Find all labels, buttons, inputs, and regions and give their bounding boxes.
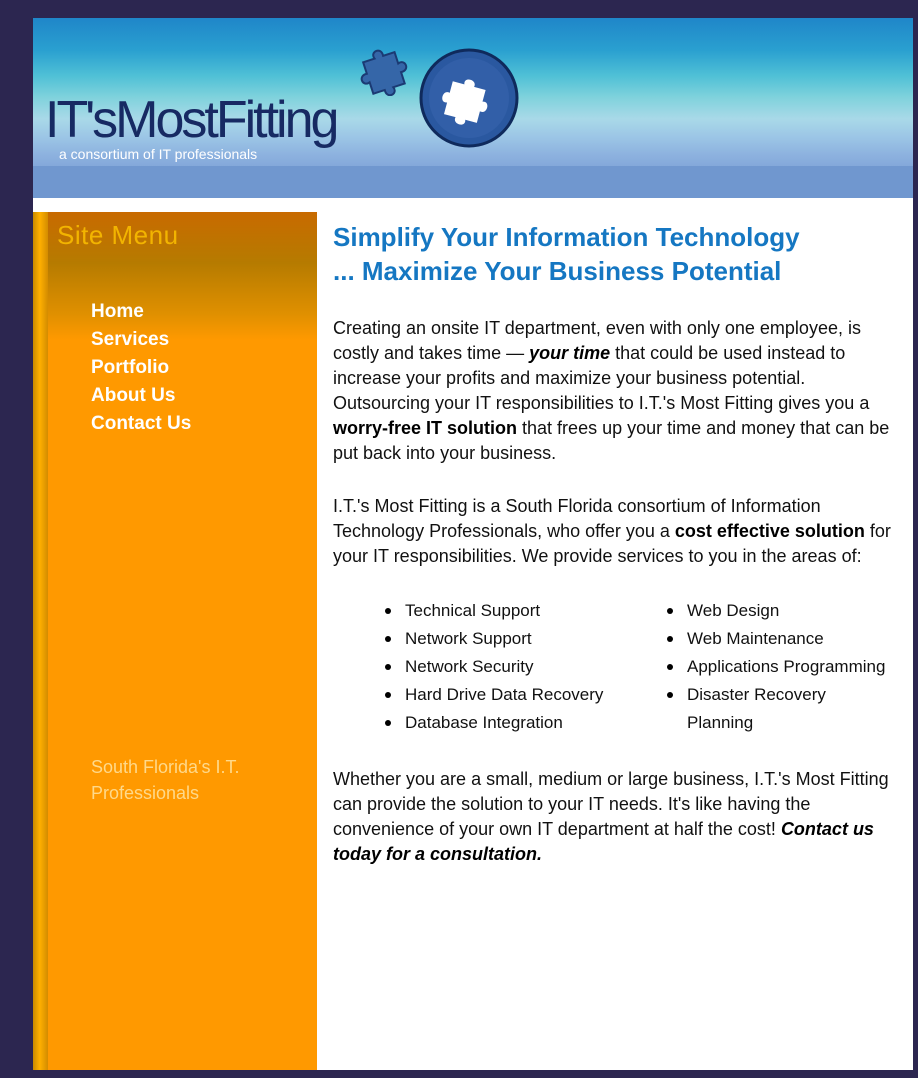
nav-item-portfolio[interactable]: Portfolio bbox=[91, 354, 191, 382]
logo-tagline: a consortium of IT professionals bbox=[59, 146, 258, 162]
bullet-icon bbox=[667, 692, 673, 698]
service-label: Technical Support bbox=[405, 601, 541, 620]
bullet-icon bbox=[385, 608, 391, 614]
services-column-left: Technical Support Network Support Networ… bbox=[333, 597, 629, 737]
bullet-icon bbox=[385, 636, 391, 642]
service-label: Web Maintenance bbox=[687, 629, 824, 648]
service-label: Disaster Recovery Planning bbox=[687, 685, 826, 732]
about-paragraph: I.T.'s Most Fitting is a South Florida c… bbox=[333, 494, 903, 569]
logo-text[interactable]: IT'sMostFitting bbox=[45, 94, 339, 146]
services-column-right: Web Design Web Maintenance Applications … bbox=[629, 597, 887, 737]
service-item: Network Support bbox=[385, 625, 629, 653]
nav-item-about-us[interactable]: About Us bbox=[91, 382, 191, 410]
intro-paragraph: Creating an onsite IT department, even w… bbox=[333, 316, 903, 466]
site-nav: Home Services Portfolio About Us Contact… bbox=[91, 298, 191, 438]
site-header: IT'sMostFitting a consortium of IT profe… bbox=[33, 18, 913, 198]
bullet-icon bbox=[385, 664, 391, 670]
intro-emphasis-worry-free: worry-free IT solution bbox=[333, 418, 518, 438]
service-item: Network Security bbox=[385, 653, 629, 681]
nav-item-contact-us[interactable]: Contact Us bbox=[91, 410, 191, 438]
service-label: Network Security bbox=[405, 657, 534, 676]
service-label: Hard Drive Data Recovery bbox=[405, 685, 604, 704]
service-item: Technical Support bbox=[385, 597, 629, 625]
service-label: Web Design bbox=[687, 601, 780, 620]
service-label: Applications Programming bbox=[687, 657, 886, 676]
nav-item-home[interactable]: Home bbox=[91, 298, 191, 326]
header-band bbox=[33, 166, 913, 198]
bullet-icon bbox=[385, 692, 391, 698]
page-headline: Simplify Your Information Technology ...… bbox=[333, 220, 903, 288]
about-emphasis-cost-effective: cost effective solution bbox=[674, 521, 865, 541]
headline-line-1: Simplify Your Information Technology bbox=[333, 222, 800, 252]
page-frame: IT'sMostFitting a consortium of IT profe… bbox=[33, 18, 913, 1070]
headline-line-2: ... Maximize Your Business Potential bbox=[333, 256, 782, 286]
service-item: Web Design bbox=[667, 597, 887, 625]
service-item: Database Integration bbox=[385, 709, 629, 737]
services-list: Technical Support Network Support Networ… bbox=[333, 597, 903, 737]
intro-emphasis-your-time: your time bbox=[529, 343, 611, 363]
service-label: Network Support bbox=[405, 629, 532, 648]
sidebar-stripe bbox=[33, 212, 48, 1070]
bullet-icon bbox=[667, 636, 673, 642]
service-label: Database Integration bbox=[405, 713, 563, 732]
closing-paragraph: Whether you are a small, medium or large… bbox=[333, 767, 903, 867]
service-item: Hard Drive Data Recovery bbox=[385, 681, 629, 709]
sidebar: Site Menu Home Services Portfolio About … bbox=[33, 212, 317, 1070]
nav-item-services[interactable]: Services bbox=[91, 326, 191, 354]
site-menu-title: Site Menu bbox=[57, 220, 179, 250]
puzzle-piece-icon bbox=[360, 49, 408, 96]
sidebar-note: South Florida's I.T. Professionals bbox=[91, 757, 240, 803]
main-content: Simplify Your Information Technology ...… bbox=[333, 212, 903, 867]
puzzle-circle-icon bbox=[419, 48, 519, 148]
bullet-icon bbox=[385, 720, 391, 726]
bullet-icon bbox=[667, 664, 673, 670]
service-item: Web Maintenance bbox=[667, 625, 887, 653]
service-item: Disaster Recovery Planning bbox=[667, 681, 887, 737]
service-item: Applications Programming bbox=[667, 653, 887, 681]
bullet-icon bbox=[667, 608, 673, 614]
